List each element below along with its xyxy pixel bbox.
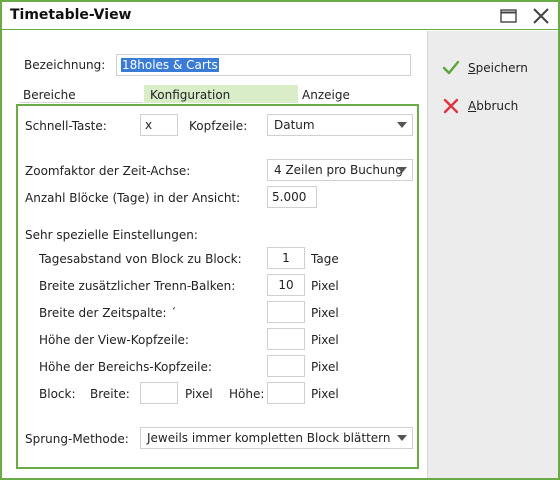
bereich-kopf-label: Höhe der Bereichs-Kopfzeile: bbox=[39, 360, 212, 374]
block-breite-unit: Pixel bbox=[185, 387, 213, 401]
view-kopf-input[interactable] bbox=[267, 328, 305, 350]
block-breite-input[interactable] bbox=[140, 382, 178, 404]
sprung-label: Sprung-Methode: bbox=[25, 432, 129, 446]
checkmark-icon bbox=[442, 60, 460, 75]
zeitspalte-unit: Pixel bbox=[311, 306, 339, 320]
zeitspalte-label: Breite der Zeitspalte: ´ bbox=[39, 306, 177, 320]
block-label: Block: bbox=[39, 387, 76, 401]
schnell-taste-input[interactable]: x bbox=[140, 114, 178, 136]
bereich-kopf-unit: Pixel bbox=[311, 360, 339, 374]
kopfzeile-value: Datum bbox=[274, 118, 315, 132]
trenn-input[interactable]: 10 bbox=[267, 274, 305, 296]
bezeichnung-label: Bezeichnung: bbox=[24, 58, 106, 72]
tagesabstand-value: 1 bbox=[282, 251, 290, 265]
trenn-label: Breite zusätzlicher Trenn-Balken: bbox=[39, 279, 236, 293]
tab-konfiguration-label: Konfiguration bbox=[150, 88, 231, 102]
main-content: Bezeichnung: 18holes & Carts Bereiche Ko… bbox=[2, 31, 426, 478]
zoom-value: 4 Zeilen pro Buchung bbox=[274, 163, 403, 177]
view-kopf-unit: Pixel bbox=[311, 333, 339, 347]
trenn-value: 10 bbox=[278, 278, 294, 292]
bloecke-label: Anzahl Blöcke (Tage) in der Ansicht: bbox=[25, 191, 241, 205]
chevron-down-icon bbox=[392, 160, 412, 180]
zoom-label: Zoomfaktor der Zeit-Achse: bbox=[25, 164, 191, 178]
block-breite-label: Breite: bbox=[90, 387, 130, 401]
bezeichnung-input[interactable]: 18holes & Carts bbox=[116, 54, 411, 76]
zeitspalte-input[interactable] bbox=[267, 301, 305, 323]
tab-bereiche[interactable]: Bereiche bbox=[19, 85, 143, 103]
bloecke-input[interactable]: 5.000 bbox=[267, 186, 317, 208]
zoom-select[interactable]: 4 Zeilen pro Buchung bbox=[267, 159, 413, 181]
cancel-label: Abbruch bbox=[468, 99, 519, 113]
kopfzeile-label: Kopfzeile: bbox=[189, 119, 248, 133]
sprung-value: Jeweils immer kompletten Block blättern bbox=[147, 431, 391, 445]
cross-icon bbox=[443, 98, 459, 114]
cancel-button[interactable]: Abbruch bbox=[442, 94, 518, 118]
tagesabstand-unit: Tage bbox=[311, 252, 339, 266]
tagesabstand-label: Tagesabstand von Block zu Block: bbox=[39, 252, 242, 266]
tagesabstand-input[interactable]: 1 bbox=[267, 247, 305, 269]
bereich-kopf-input[interactable] bbox=[267, 355, 305, 377]
kopfzeile-select[interactable]: Datum bbox=[267, 114, 413, 136]
block-hoehe-unit: Pixel bbox=[311, 387, 339, 401]
trenn-unit: Pixel bbox=[311, 279, 339, 293]
schnell-taste-value: x bbox=[145, 118, 153, 132]
sprung-select[interactable]: Jeweils immer kompletten Block blättern bbox=[140, 427, 413, 449]
chevron-down-icon bbox=[392, 428, 412, 448]
tab-anzeige[interactable]: Anzeige bbox=[298, 85, 418, 103]
save-label: Speichern bbox=[468, 61, 528, 75]
chevron-down-icon bbox=[392, 115, 412, 135]
schnell-taste-label: Schnell-Taste: bbox=[25, 119, 107, 133]
tab-anzeige-label: Anzeige bbox=[302, 88, 350, 102]
bloecke-value: 5.000 bbox=[272, 190, 307, 204]
title-bar: Timetable-View bbox=[2, 2, 558, 30]
action-panel: Speichern Abbruch bbox=[427, 31, 558, 478]
tab-konfiguration[interactable]: Konfiguration bbox=[144, 85, 298, 103]
maximize-icon[interactable] bbox=[498, 6, 520, 26]
close-icon[interactable] bbox=[530, 6, 552, 26]
block-hoehe-input[interactable] bbox=[267, 382, 305, 404]
konfiguration-panel: Schnell-Taste: x Kopfzeile: Datum Zoomfa… bbox=[16, 104, 419, 469]
block-hoehe-label: Höhe: bbox=[229, 387, 265, 401]
window-title: Timetable-View bbox=[10, 7, 132, 23]
special-heading: Sehr spezielle Einstellungen: bbox=[25, 228, 198, 242]
save-button[interactable]: Speichern bbox=[442, 56, 528, 80]
bezeichnung-value: 18holes & Carts bbox=[121, 58, 219, 72]
view-kopf-label: Höhe der View-Kopfzeile: bbox=[39, 333, 189, 347]
tab-bereiche-label: Bereiche bbox=[23, 88, 76, 102]
dialog-window: Timetable-View Bezeichnung: 18holes & Ca… bbox=[0, 0, 560, 480]
